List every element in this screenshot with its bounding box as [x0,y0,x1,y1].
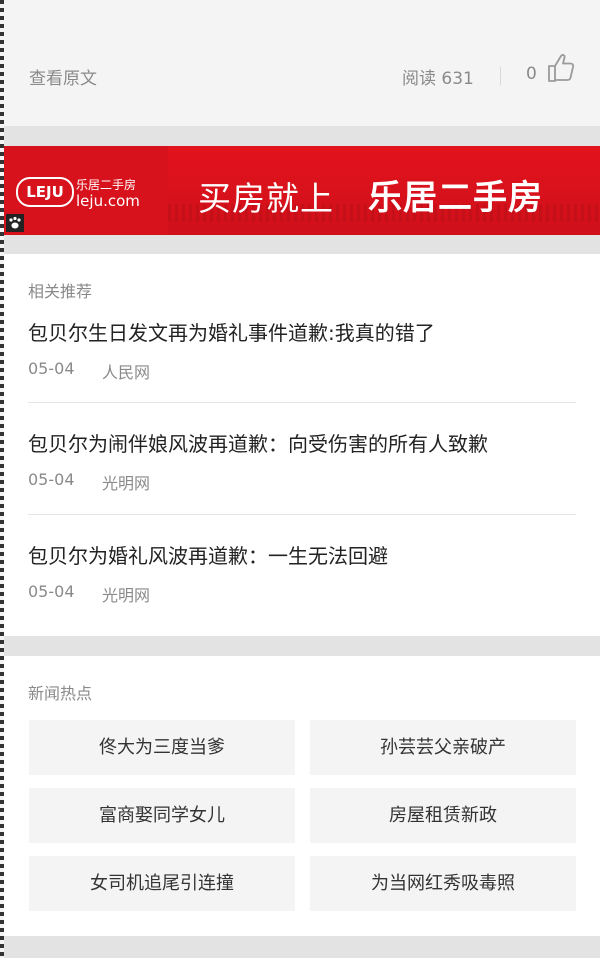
related-article[interactable]: 包贝尔为闹伴娘风波再道歉：向受伤害的所有人致歉 05-04 光明网 [28,428,576,493]
ad-logo-block: LEJU 乐居二手房 leju.com [4,146,168,235]
thumbs-up-icon[interactable] [546,52,576,84]
section-gap [4,936,600,958]
related-article[interactable]: 包贝尔生日发文再为婚礼事件道歉:我真的错了 05-04 人民网 [28,317,576,382]
page-edge-marker [0,0,4,958]
article-date: 05-04 [28,470,75,489]
article-source: 光明网 [102,474,151,493]
related-section-title: 相关推荐 [28,282,93,301]
section-gap [4,126,600,146]
read-value: 631 [441,69,474,89]
like-count: 0 [526,64,537,84]
article-source: 人民网 [102,363,151,382]
hot-tag[interactable]: 佟大为三度当爹 [29,720,295,775]
leju-logo: LEJU [16,177,74,207]
article-title[interactable]: 包贝尔为闹伴娘风波再道歉：向受伤害的所有人致歉 [28,428,488,457]
read-label: 阅读 [402,69,436,89]
toolbar-divider [500,67,501,85]
ad-slogan-brand: 乐居二手房 [368,178,543,218]
ad-brand-name: 乐居二手房 [76,178,137,192]
related-section: 相关推荐 包贝尔生日发文再为婚礼事件道歉:我真的错了 05-04 人民网 包贝尔… [4,254,600,636]
paw-icon [6,214,24,232]
read-count: 阅读 631 [402,64,474,89]
hot-tag[interactable]: 女司机追尾引连撞 [29,856,295,911]
ad-brand-url: leju.com [76,192,140,210]
view-original-link[interactable]: 查看原文 [29,64,97,89]
hot-tag[interactable]: 为当网红秀吸毒照 [310,856,576,911]
article-footer-toolbar: 查看原文 阅读 631 0 [4,0,600,126]
ad-slogan-panel: 买房就上 乐居二手房 [168,146,600,235]
hot-news-title: 新闻热点 [28,684,93,703]
article-date: 05-04 [28,359,75,378]
section-gap [4,235,600,254]
related-article[interactable]: 包贝尔为婚礼风波再道歉：一生无法回避 05-04 光明网 [28,540,576,605]
hot-tag[interactable]: 孙芸芸父亲破产 [310,720,576,775]
article-divider [28,514,576,515]
ad-banner[interactable]: LEJU 乐居二手房 leju.com 买房就上 乐居二手房 [4,146,600,235]
ad-slogan-prefix: 买房就上 [198,179,334,218]
hot-tag[interactable]: 房屋租赁新政 [310,788,576,843]
section-gap [4,636,600,656]
hot-tag[interactable]: 富商娶同学女儿 [29,788,295,843]
article-date: 05-04 [28,582,75,601]
article-title[interactable]: 包贝尔为婚礼风波再道歉：一生无法回避 [28,540,388,569]
article-divider [28,402,576,403]
article-source: 光明网 [102,586,151,605]
article-title[interactable]: 包贝尔生日发文再为婚礼事件道歉:我真的错了 [28,317,435,346]
hot-news-section: 新闻热点 佟大为三度当爹 孙芸芸父亲破产 富商娶同学女儿 房屋租赁新政 女司机追… [4,656,600,936]
